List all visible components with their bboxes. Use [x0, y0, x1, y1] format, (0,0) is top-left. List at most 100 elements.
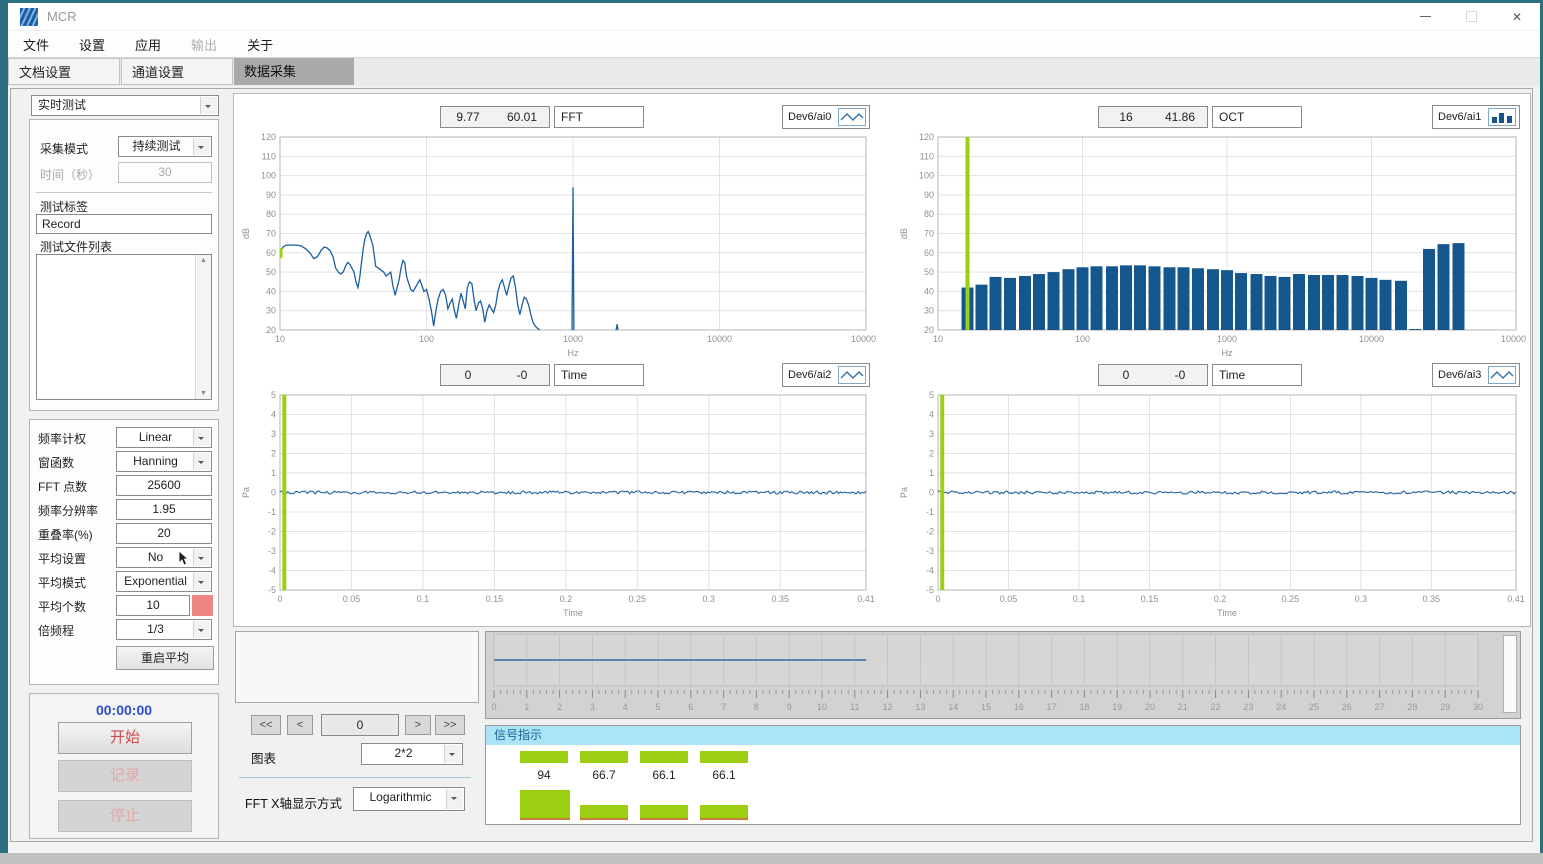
minimize-button[interactable] — [1402, 3, 1448, 30]
svg-text:11: 11 — [850, 702, 859, 712]
signal-indicator-panel: 信号指示 9466.766.166.1 — [485, 725, 1521, 825]
avg-setting-select[interactable]: No — [116, 547, 212, 568]
tab-bar: 文档设置 通道设置 数据采集 — [8, 57, 1540, 86]
svg-text:dB: dB — [899, 228, 909, 239]
time3-cursor-readout: 0 -0 — [1098, 364, 1208, 386]
signal-level-value: 94 — [520, 768, 568, 782]
page-number-field[interactable]: 0 — [321, 714, 399, 736]
avg-count-input[interactable]: 10 — [116, 595, 190, 616]
svg-text:0.05: 0.05 — [1000, 594, 1018, 604]
svg-text:Hz: Hz — [1222, 348, 1233, 358]
time2-readout-x: 0 — [441, 368, 495, 382]
fft-points-input[interactable]: 25600 — [116, 475, 212, 496]
fft-xaxis-mode-select[interactable]: Logarithmic — [353, 787, 465, 811]
main-panel: 实时测试 采集模式 持续测试 时间（秒） 30 测试标签 Record 测试文件… — [10, 88, 1533, 842]
scroll-down-icon[interactable]: ▼ — [196, 390, 211, 397]
tab-document-settings[interactable]: 文档设置 — [8, 58, 120, 85]
menu-application[interactable]: 应用 — [120, 35, 176, 54]
oct-type-box[interactable]: OCT — [1212, 106, 1302, 128]
svg-text:0.3: 0.3 — [703, 594, 716, 604]
fft-channel-box[interactable]: Dev6/ai0 — [782, 105, 870, 129]
timeline-ruler[interactable]: 0123456789101112131415161718192021222324… — [486, 632, 1500, 718]
freq-resolution-input[interactable]: 1.95 — [116, 499, 212, 520]
test-file-listbox[interactable]: ▲ ▼ — [36, 254, 212, 400]
listbox-scrollbar[interactable]: ▲ ▼ — [195, 255, 211, 399]
time-ai3-plot[interactable]: -5-4-3-2-101234500.050.10.150.20.250.30.… — [898, 390, 1526, 620]
window-frame — [0, 853, 1543, 864]
avg-setting-label: 平均设置 — [38, 550, 86, 567]
maximize-button[interactable] — [1448, 3, 1494, 30]
svg-text:17: 17 — [1047, 702, 1057, 712]
chevron-down-icon[interactable] — [200, 97, 217, 114]
oct-channel-box[interactable]: Dev6/ai1 — [1432, 105, 1520, 129]
record-timeline[interactable]: 0123456789101112131415161718192021222324… — [485, 631, 1521, 719]
time2-type-box[interactable]: Time — [554, 364, 644, 386]
time2-readout-y: -0 — [495, 368, 549, 382]
charts-area: 9.77 60.01 FFT Dev6/ai0 2030405060708090… — [233, 93, 1531, 627]
overlap-input[interactable]: 20 — [116, 523, 212, 544]
page-prev-button[interactable]: < — [287, 715, 313, 735]
chart-panel-fft: 9.77 60.01 FFT Dev6/ai0 2030405060708090… — [240, 104, 876, 360]
svg-text:Hz: Hz — [568, 348, 579, 358]
page-next-button[interactable]: > — [405, 715, 431, 735]
scroll-up-icon[interactable]: ▲ — [196, 257, 211, 264]
chevron-down-icon[interactable] — [193, 573, 210, 590]
svg-text:28: 28 — [1407, 702, 1417, 712]
chevron-down-icon[interactable] — [193, 138, 210, 155]
svg-text:80: 80 — [266, 209, 276, 219]
freq-weighting-select[interactable]: Linear — [116, 427, 212, 448]
svg-text:100: 100 — [919, 171, 934, 181]
chevron-down-icon[interactable] — [193, 453, 210, 470]
chevron-down-icon[interactable] — [193, 549, 210, 566]
menu-about[interactable]: 关于 — [232, 35, 288, 54]
svg-text:100: 100 — [261, 171, 276, 181]
svg-text:110: 110 — [262, 151, 276, 161]
svg-text:0.3: 0.3 — [1355, 594, 1368, 604]
acq-mode-select[interactable]: 持续测试 — [118, 136, 212, 157]
fft-cursor-readout: 9.77 60.01 — [440, 106, 550, 128]
test-mode-select[interactable]: 实时测试 — [31, 95, 219, 116]
svg-text:20: 20 — [1145, 702, 1155, 712]
file-list-label: 测试文件列表 — [40, 238, 112, 255]
octave-select[interactable]: 1/3 — [116, 619, 212, 640]
chevron-down-icon[interactable] — [444, 745, 461, 763]
chevron-down-icon[interactable] — [193, 429, 210, 446]
stop-button: 停止 — [58, 800, 192, 832]
time3-type-box[interactable]: Time — [1212, 364, 1302, 386]
svg-text:0: 0 — [935, 594, 940, 604]
fft-channel-label: Dev6/ai0 — [788, 111, 838, 123]
page-first-button[interactable]: << — [251, 715, 281, 735]
avg-mode-select[interactable]: Exponential — [116, 571, 212, 592]
time2-channel-box[interactable]: Dev6/ai2 — [782, 363, 870, 387]
menu-file[interactable]: 文件 — [8, 35, 64, 54]
svg-text:0: 0 — [277, 594, 282, 604]
timeline-scrollbar[interactable] — [1503, 635, 1517, 713]
svg-text:Pa: Pa — [241, 487, 251, 498]
fft-type-box[interactable]: FFT — [554, 106, 644, 128]
time3-channel-box[interactable]: Dev6/ai3 — [1432, 363, 1520, 387]
test-tag-input[interactable]: Record — [36, 214, 212, 234]
oct-plot[interactable]: 2030405060708090100110120101001000100001… — [898, 132, 1526, 360]
acq-time-label: 时间（秒） — [40, 166, 100, 183]
signal-level-value: 66.7 — [580, 768, 628, 782]
restart-average-button[interactable]: 重启平均 — [116, 646, 214, 670]
chart-layout-select[interactable]: 2*2 — [361, 743, 463, 765]
fft-plot[interactable]: 2030405060708090100110120101001000100001… — [240, 132, 876, 360]
menu-settings[interactable]: 设置 — [64, 35, 120, 54]
svg-text:6: 6 — [688, 702, 693, 712]
chevron-down-icon[interactable] — [193, 621, 210, 638]
svg-text:100000: 100000 — [1501, 334, 1526, 344]
svg-text:8: 8 — [754, 702, 759, 712]
start-button[interactable]: 开始 — [58, 722, 192, 754]
close-button[interactable]: ✕ — [1494, 3, 1540, 30]
window-func-select[interactable]: Hanning — [116, 451, 212, 472]
time-ai2-plot[interactable]: -5-4-3-2-101234500.050.10.150.20.250.30.… — [240, 390, 876, 620]
svg-text:0.1: 0.1 — [417, 594, 430, 604]
chart-panel-time-ai3: 0 -0 Time Dev6/ai3 -5-4-3-2-101234500.05… — [898, 362, 1526, 620]
chevron-down-icon[interactable] — [446, 789, 463, 809]
bar-chart-icon — [1488, 108, 1516, 126]
page-last-button[interactable]: >> — [435, 715, 465, 735]
signal-meter-block — [640, 805, 688, 820]
tab-channel-settings[interactable]: 通道设置 — [121, 58, 233, 85]
tab-data-acquisition[interactable]: 数据采集 — [234, 58, 354, 85]
